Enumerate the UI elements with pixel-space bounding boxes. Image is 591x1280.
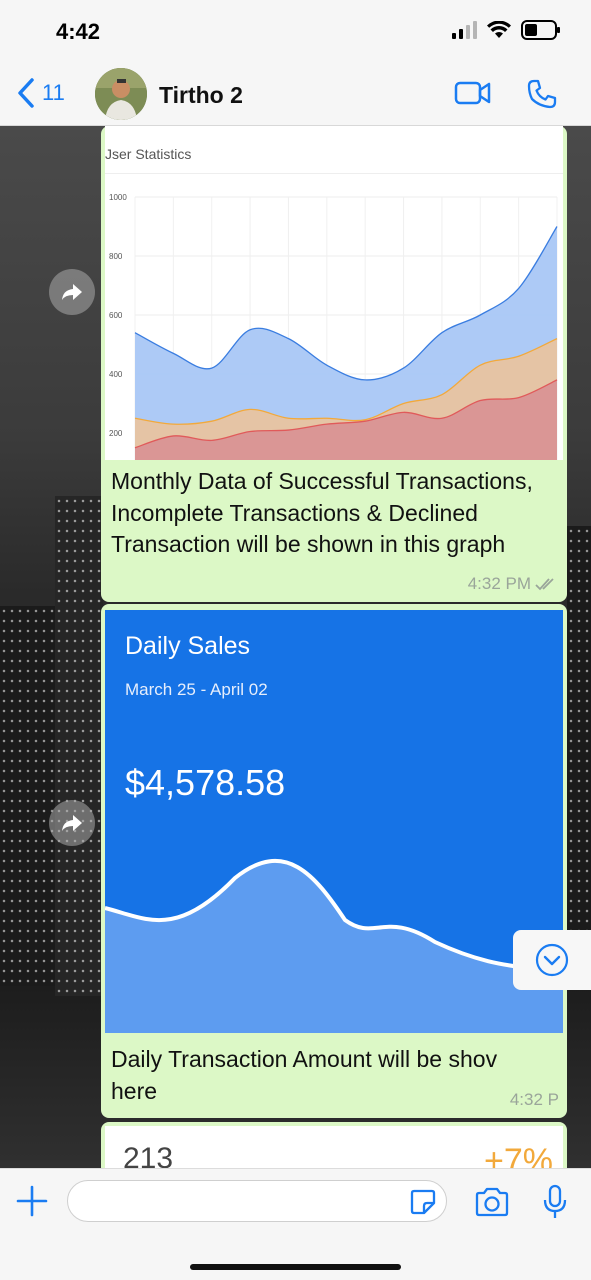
message-time: 4:32 PM [467,574,531,593]
wallpaper-building [0,606,60,986]
sticker-icon[interactable] [410,1189,436,1215]
message-input[interactable] [67,1180,447,1222]
message-time: 4:32 P [509,1090,559,1109]
phone-icon [527,79,557,109]
unread-count: 11 [42,80,65,105]
wifi-icon [487,21,511,38]
battery-icon [521,20,560,40]
y-tick-label: 800 [109,252,123,261]
message-text: Daily Transaction Amount will be shov he… [111,1046,498,1104]
chart-image[interactable]: Jser Statistics 02004006008001000JanFebM… [105,126,563,460]
y-tick-label: 1000 [109,193,127,202]
microphone-icon[interactable] [542,1184,568,1220]
status-time: 4:42 [56,19,101,44]
camera-icon[interactable] [474,1187,510,1217]
message-text: Monthly Data of Successful Transactions,… [111,468,533,557]
forward-button[interactable] [49,269,95,315]
message-bubble[interactable]: Jser Statistics 02004006008001000JanFebM… [101,126,567,602]
input-bar [0,1168,591,1280]
read-receipt-icon [535,578,554,591]
voice-call-button[interactable] [526,78,558,115]
chat-area[interactable]: Jser Statistics 02004006008001000JanFebM… [0,126,591,1168]
wallpaper-building [567,526,591,986]
y-tick-label: 400 [109,370,123,379]
avatar[interactable] [95,68,147,120]
stat-image[interactable]: 213 +7% [105,1126,563,1168]
y-tick-label: 200 [109,429,123,438]
status-icons [451,20,561,40]
share-arrow-icon [62,284,82,300]
daily-sales-image[interactable]: Daily Sales March 25 - April 02 $4,578.5… [105,610,563,1033]
chat-header: 11 Tirtho 2 [0,60,591,126]
video-camera-icon [454,81,491,105]
share-arrow-icon [62,815,82,831]
wallpaper-building [55,496,103,996]
avatar-image [95,68,147,120]
video-call-button[interactable] [454,80,492,111]
message-bubble[interactable]: 213 +7% [101,1122,567,1168]
message-bubble[interactable]: Daily Sales March 25 - April 02 $4,578.5… [101,604,567,1118]
home-indicator [190,1264,401,1270]
back-button[interactable]: 11 [16,78,65,108]
contact-name[interactable]: Tirtho 2 [159,82,243,109]
plus-icon[interactable] [16,1185,48,1217]
stat-change: +7% [484,1142,553,1168]
area-chart: 02004006008001000JanFebMarAprMayJunJulAu… [109,193,558,460]
signal-icon [452,21,477,39]
chevron-left-icon [18,78,34,108]
chevron-down-circle-icon [535,943,569,977]
scroll-to-bottom-button[interactable] [513,930,591,990]
status-bar: 4:42 [0,0,591,60]
stat-value: 213 [123,1142,174,1168]
sales-wave [105,858,563,1033]
forward-button[interactable] [49,800,95,846]
y-tick-label: 600 [109,311,123,320]
